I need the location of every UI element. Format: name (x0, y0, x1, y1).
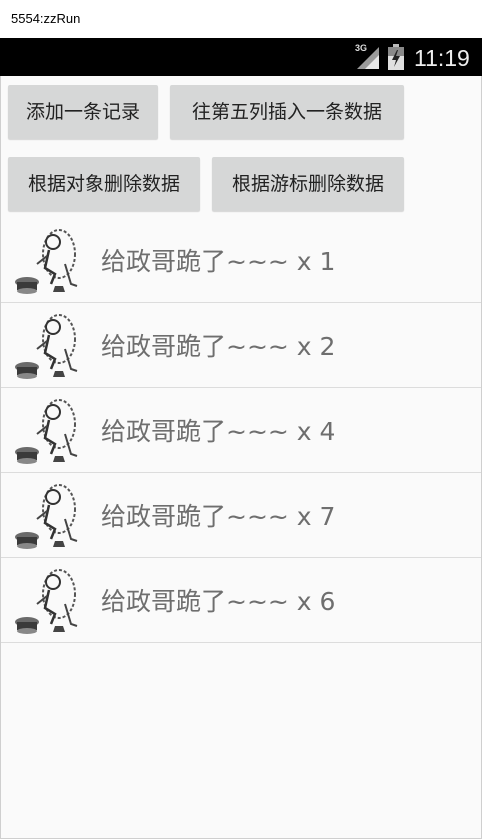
signal-icon (357, 47, 379, 69)
status-bar: 3G 11:19 (0, 38, 482, 76)
battery-icon (388, 44, 404, 70)
record-list: 给政哥跪了~~~ x 1 给政哥跪了~~~ x 2 给政哥跪了~~~ x 4 给… (1, 218, 481, 643)
list-item-label: 给政哥跪了~~~ x 1 (101, 247, 336, 276)
delete-by-cursor-button[interactable]: 根据游标删除数据 (212, 157, 404, 211)
clock: 11:19 (414, 45, 470, 71)
add-record-button[interactable]: 添加一条记录 (8, 85, 158, 139)
kneeling-figure-icon (15, 569, 78, 634)
kneeling-figure-icon (15, 399, 78, 464)
list-item[interactable]: 给政哥跪了~~~ x 7 (1, 473, 481, 558)
window-title: 5554:zzRun (0, 0, 482, 38)
delete-by-object-button[interactable]: 根据对象删除数据 (8, 157, 200, 211)
kneeling-figure-icon (15, 484, 78, 549)
insert-fifth-button[interactable]: 往第五列插入一条数据 (170, 85, 404, 139)
list-item[interactable]: 给政哥跪了~~~ x 2 (1, 303, 481, 388)
list-item-label: 给政哥跪了~~~ x 6 (101, 587, 336, 616)
kneeling-figure-icon (15, 229, 78, 294)
list-item-label: 给政哥跪了~~~ x 4 (101, 417, 336, 446)
list-item-label: 给政哥跪了~~~ x 7 (101, 502, 336, 531)
list-item[interactable]: 给政哥跪了~~~ x 1 (1, 218, 481, 303)
kneeling-figure-icon (15, 314, 78, 379)
list-item[interactable]: 给政哥跪了~~~ x 6 (1, 558, 481, 643)
app-content: 添加一条记录 往第五列插入一条数据 根据对象删除数据 根据游标删除数据 给政哥跪… (0, 76, 482, 839)
list-item[interactable]: 给政哥跪了~~~ x 4 (1, 388, 481, 473)
list-item-label: 给政哥跪了~~~ x 2 (101, 332, 336, 361)
